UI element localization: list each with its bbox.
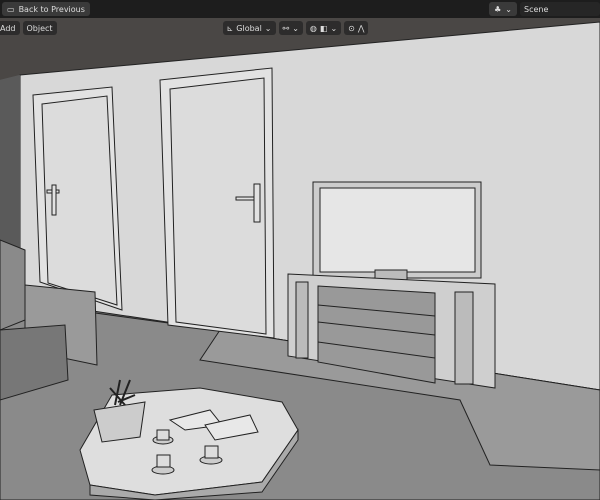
door-left xyxy=(32,86,123,311)
snap-toggle[interactable]: ◍ ◧ ⌄ xyxy=(305,21,342,35)
chevron-down-icon: ⌄ xyxy=(330,23,338,33)
proportional-icon: ⊙ xyxy=(348,23,355,33)
menu-add-label: Add xyxy=(0,23,16,33)
orientation-label: Global xyxy=(236,23,262,33)
scene-selector-button[interactable]: ♣ ⌄ xyxy=(489,2,517,16)
tv xyxy=(312,181,482,281)
scene-icon: ♣ xyxy=(494,4,502,14)
orientation-dropdown[interactable]: ⊾ Global ⌄ xyxy=(222,21,276,35)
menu-add[interactable]: Add xyxy=(0,21,20,35)
chevron-down-icon: ⌄ xyxy=(292,23,299,33)
back-to-previous-button[interactable]: ▭ Back to Previous xyxy=(2,2,90,16)
menu-object-label: Object xyxy=(26,23,53,33)
orientation-icon: ⊾ xyxy=(226,23,234,33)
scene-name: Scene xyxy=(524,4,549,14)
falloff-icon: ⋀ xyxy=(357,23,365,33)
top-bar: ▭ Back to Previous ♣ ⌄ Scene xyxy=(0,0,600,18)
scene-name-field[interactable]: Scene xyxy=(520,2,600,16)
chevron-down-icon: ⌄ xyxy=(505,4,512,14)
scene-render xyxy=(0,18,600,500)
pivot-dropdown[interactable]: ⚯ ⌄ xyxy=(278,21,303,35)
menu-object[interactable]: Object xyxy=(22,21,57,35)
viewport-header: Add Object ⊾ Global ⌄ ⚯ ⌄ ◍ ◧ ⌄ ⊙ ⋀ xyxy=(0,18,600,38)
monitor-icon: ▭ xyxy=(7,4,15,14)
chevron-down-icon: ⌄ xyxy=(264,23,272,33)
3d-viewport[interactable] xyxy=(0,18,600,500)
snap-icon: ◍ xyxy=(309,23,317,33)
door-right xyxy=(159,67,275,339)
back-label: Back to Previous xyxy=(18,4,85,14)
pivot-icon: ⚯ xyxy=(282,23,290,33)
snap-target-icon: ◧ xyxy=(319,23,328,33)
proportional-edit-toggle[interactable]: ⊙ ⋀ xyxy=(344,21,369,35)
